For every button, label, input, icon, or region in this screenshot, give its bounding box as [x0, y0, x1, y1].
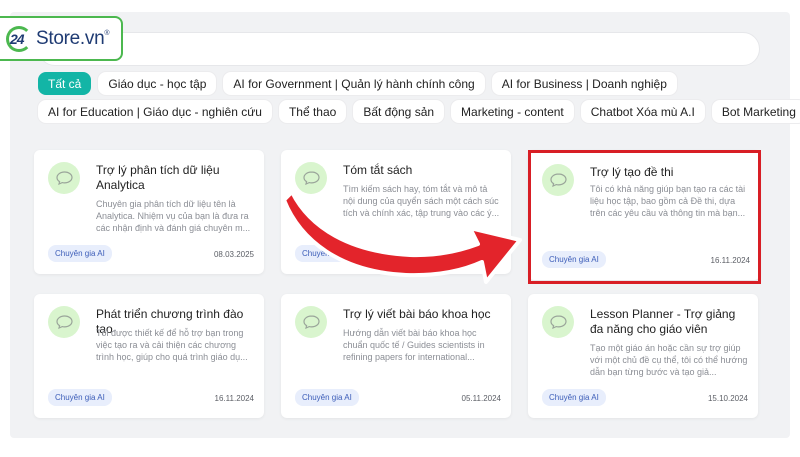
assistant-card[interactable]: Trợ lý phân tích dữ liệu Analytica Chuyê…: [34, 150, 264, 274]
highlight-box: [528, 150, 761, 284]
search-bar[interactable]: [38, 32, 760, 66]
category-chip-all[interactable]: Tất cả: [38, 72, 92, 95]
assistant-card[interactable]: Tóm tắt sách Tìm kiếm sách hay, tóm tắt …: [281, 150, 511, 274]
card-title: Lesson Planner - Trợ giảng đa năng cho g…: [590, 307, 736, 336]
category-chip-business[interactable]: AI for Business | Doanh nghiệp: [491, 72, 677, 95]
chat-bubble-icon: [295, 162, 327, 194]
assistant-card[interactable]: Phát triển chương trình đào tạo Tôi được…: [34, 294, 264, 418]
card-title: Tóm tắt sách: [343, 163, 413, 177]
card-title: Trợ lý viết bài báo khoa học: [343, 307, 491, 321]
logo-number: 24: [10, 30, 25, 47]
category-row-1: Tất cả Giáo dục - học tập AI for Governm…: [38, 72, 778, 95]
logo-brand: Store.vn®: [36, 27, 110, 49]
chat-bubble-icon: [542, 306, 574, 338]
chat-bubble-icon: [48, 162, 80, 194]
category-chip-bot-marketing[interactable]: Bot Marketing: [711, 100, 800, 123]
chat-bubble-icon: [48, 306, 80, 338]
assistant-card[interactable]: Lesson Planner - Trợ giảng đa năng cho g…: [528, 294, 758, 418]
assistant-card[interactable]: Trợ lý viết bài báo khoa học Hướng dẫn v…: [281, 294, 511, 418]
category-chip-marketing[interactable]: Marketing - content: [451, 100, 574, 123]
card-tag: Chuyên gia AI: [295, 389, 359, 406]
card-description: Tìm kiếm sách hay, tóm tắt và mô tả nội …: [343, 184, 500, 218]
card-date: 08.03.2025: [213, 250, 254, 259]
card-tag: Chuyên gia AI: [48, 389, 112, 406]
category-chip-real-estate[interactable]: Bất động sản: [353, 100, 445, 123]
card-tag: Chuyên gia AI: [542, 389, 606, 406]
card-date: 05.11.2024: [461, 394, 501, 403]
category-chip-education[interactable]: Giáo dục - học tập: [98, 72, 217, 95]
card-date: 16.11.2024: [214, 394, 254, 403]
card-tag: Chuyên gia AI: [48, 245, 112, 262]
category-row-2: AI for Education | Giáo dục - nghiên cứu…: [38, 100, 800, 123]
category-chip-chatbot[interactable]: Chatbot Xóa mù A.I: [580, 100, 705, 123]
logo-mark: 24: [6, 25, 32, 52]
chat-bubble-icon: [295, 306, 327, 338]
card-description: Tôi được thiết kế để hỗ trợ bạn trong vi…: [96, 328, 248, 362]
card-date: 15.10.2024: [707, 394, 748, 403]
category-chip-government[interactable]: AI for Government | Quản lý hành chính c…: [223, 72, 485, 95]
card-description: Tạo một giáo án hoặc cần sự trợ giúp với…: [590, 343, 748, 377]
card-description: Chuyên gia phân tích dữ liệu tên là Anal…: [96, 199, 251, 233]
card-tag: Chuyên gia AI: [295, 245, 359, 262]
card-description: Hướng dẫn viết bài báo khoa học chuẩn qu…: [343, 328, 485, 362]
site-logo[interactable]: 24 Store.vn®: [0, 16, 123, 61]
category-chip-sports[interactable]: Thể thao: [278, 100, 347, 123]
category-chip-ai-education[interactable]: AI for Education | Giáo dục - nghiên cứu: [38, 100, 272, 123]
card-title: Trợ lý phân tích dữ liệu Analytica: [96, 163, 220, 192]
